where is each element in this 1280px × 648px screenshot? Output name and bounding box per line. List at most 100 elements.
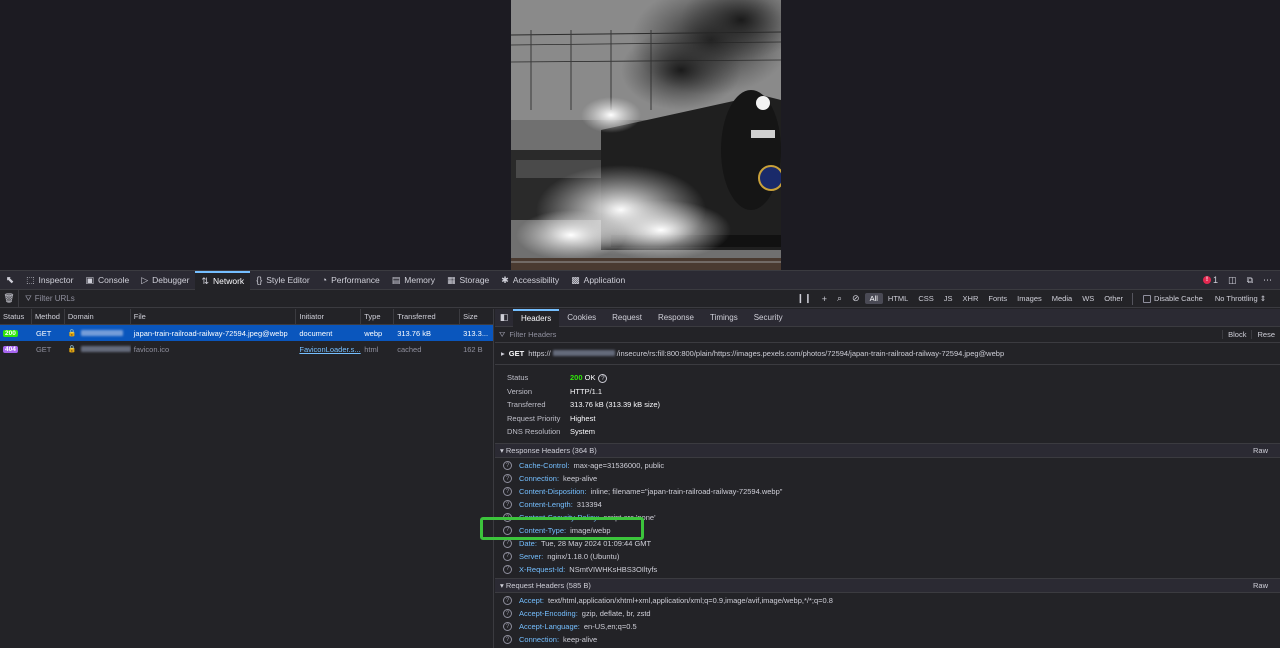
lock-icon: 🔒 <box>67 346 77 353</box>
tab-debugger[interactable]: ▷ Debugger <box>135 271 195 290</box>
help-icon[interactable]: ? <box>503 596 512 606</box>
help-icon[interactable]: ? <box>503 551 512 561</box>
tab-style-editor[interactable]: {} Style Editor <box>250 271 315 290</box>
filter-type-images[interactable]: Images <box>1012 293 1047 304</box>
request-row[interactable]: 200 GET 🔒 japan-train-railroad-railway-7… <box>0 325 493 341</box>
initiator-link[interactable]: FaviconLoader.s... <box>296 341 361 357</box>
column-file[interactable]: File <box>131 308 297 325</box>
details-tab-headers[interactable]: Headers <box>513 309 560 327</box>
tab-performance[interactable]: ◔ Performance <box>316 271 386 290</box>
pause-icon[interactable]: ❙❙ <box>792 293 817 304</box>
details-tab-request[interactable]: Request <box>604 309 650 327</box>
column-initiator[interactable]: Initiator <box>296 308 362 325</box>
block-icon[interactable]: ⊘ <box>847 293 865 304</box>
filter-type-media[interactable]: Media <box>1047 293 1077 304</box>
header-row[interactable]: ? Content-Disposition: inline; filename="j… <box>503 485 1280 498</box>
help-icon[interactable]: ? <box>598 374 608 383</box>
tab-memory[interactable]: ▤ Memory <box>386 271 441 290</box>
clear-log-icon[interactable]: 🗑 <box>0 293 18 304</box>
header-row[interactable]: ? Connection: keep-alive <box>503 472 1280 485</box>
debugger-icon: ▷ <box>141 274 149 285</box>
tab-application[interactable]: ▩ Application <box>565 271 631 290</box>
filter-type-all[interactable]: All <box>864 293 883 304</box>
domain-cell: 🔒 <box>65 325 131 341</box>
header-row[interactable]: ? Accept-Language: en-US,en;q=0.5 <box>503 620 1280 633</box>
tab-storage[interactable]: ▦ Storage <box>441 271 495 290</box>
type-cell: webp <box>364 328 383 338</box>
search-icon[interactable]: ⌕ <box>832 293 847 304</box>
header-row[interactable]: ? Content-Length: 313394 <box>503 498 1280 511</box>
tab-network[interactable]: ⇅ Network <box>195 270 251 290</box>
raw-toggle[interactable]: Raw <box>1253 581 1280 590</box>
size-cell: 162 B <box>463 344 483 354</box>
inspector-icon: ⬚ <box>26 274 35 285</box>
filter-type-ws[interactable]: WS <box>1077 293 1099 304</box>
accessibility-icon: ✱ <box>501 274 509 285</box>
details-tab-timings[interactable]: Timings <box>702 309 746 327</box>
storage-icon: ▦ <box>447 274 456 285</box>
header-row[interactable]: ? Connection: keep-alive <box>503 633 1280 646</box>
column-type[interactable]: Type <box>361 308 395 325</box>
column-method[interactable]: Method <box>32 308 65 325</box>
help-icon[interactable]: ? <box>503 461 512 471</box>
filter-type-xhr[interactable]: XHR <box>958 293 984 304</box>
header-row[interactable]: ? Server: nginx/1.18.0 (Ubuntu) <box>503 550 1280 563</box>
request-headers-section[interactable]: ▾ Request Headers (585 B) Raw <box>495 577 1280 593</box>
details-tab-cookies[interactable]: Cookies <box>559 309 604 327</box>
column-size[interactable]: Size <box>460 309 493 325</box>
help-icon[interactable]: ? <box>503 622 512 632</box>
tab-console[interactable]: ▣ Console <box>79 271 135 290</box>
more-options-icon[interactable]: ⋯ <box>1263 275 1272 286</box>
raw-toggle[interactable]: Raw <box>1253 446 1280 455</box>
filter-type-html[interactable]: HTML <box>883 293 913 304</box>
details-tab-response[interactable]: Response <box>650 309 702 327</box>
help-icon[interactable]: ? <box>503 635 512 645</box>
block-button[interactable]: Block <box>1222 330 1251 339</box>
column-transferred[interactable]: Transferred <box>394 308 461 325</box>
filter-type-js[interactable]: JS <box>939 293 958 304</box>
header-row[interactable]: ? Accept: text/html,application/xhtml+xml,… <box>503 595 1280 608</box>
undock-icon[interactable]: ⧉ <box>1247 275 1253 286</box>
add-icon[interactable]: + <box>817 294 832 304</box>
response-headers-section[interactable]: ▾ Response Headers (364 B) Raw <box>495 442 1280 458</box>
request-url-line[interactable]: ▸ GET https:///insecure/rs:fill:800:800/… <box>495 343 1280 365</box>
help-icon[interactable]: ? <box>503 564 512 574</box>
element-picker-icon[interactable]: ⬉ <box>0 275 20 286</box>
filter-urls-input[interactable]: ⛛ Filter URLs <box>18 289 75 308</box>
priority-value: Highest <box>570 413 596 423</box>
help-icon[interactable]: ? <box>503 487 512 497</box>
performance-icon: ◔ <box>321 275 328 285</box>
disable-cache-checkbox[interactable]: Disable Cache <box>1137 294 1209 303</box>
details-tab-security[interactable]: Security <box>746 309 791 327</box>
header-row[interactable]: ? Cache-Control: max-age=31536000, public <box>503 460 1280 473</box>
filter-type-css[interactable]: CSS <box>913 293 938 304</box>
header-row[interactable]: ? X-Request-Id: NSmtVIWHKsHBS3OIltyfs <box>503 563 1280 576</box>
help-icon[interactable]: ? <box>503 609 512 619</box>
throttling-select[interactable]: No Throttling ⇕ <box>1209 294 1280 303</box>
tab-inspector[interactable]: ⬚ Inspector <box>20 271 79 290</box>
header-row[interactable]: ? Accept-Encoding: gzip, deflate, br, zstd <box>503 607 1280 620</box>
domain-cell: 🔒 <box>65 341 131 357</box>
column-status[interactable]: Status <box>0 308 32 325</box>
toggle-sidebar-icon[interactable]: ◧ <box>495 312 513 323</box>
column-domain[interactable]: Domain <box>65 308 131 325</box>
file-cell: favicon.ico <box>133 344 170 354</box>
header-value: nginx/1.18.0 (Ubuntu) <box>547 551 620 561</box>
tab-accessibility[interactable]: ✱ Accessibility <box>495 271 565 290</box>
filter-type-other[interactable]: Other <box>1099 293 1128 304</box>
resend-button[interactable]: Rese <box>1251 330 1280 339</box>
dock-options-icon[interactable]: ◫ <box>1228 275 1237 286</box>
help-icon[interactable]: ? <box>503 474 512 484</box>
request-row[interactable]: 404 GET 🔒 favicon.ico FaviconLoader.s...… <box>0 341 493 357</box>
header-value: keep-alive <box>563 474 598 484</box>
filter-headers-input[interactable]: ⛛ Filter Headers Block Rese <box>495 327 1280 343</box>
filter-type-fonts[interactable]: Fonts <box>983 293 1012 304</box>
error-count-badge[interactable]: ! 1 <box>1203 275 1218 285</box>
divider <box>1132 292 1134 305</box>
status-badge: 200 <box>3 329 18 337</box>
help-icon[interactable]: ? <box>503 538 512 548</box>
method-cell: GET <box>35 344 52 354</box>
help-icon[interactable]: ? <box>503 500 512 510</box>
dns-value: System <box>570 427 596 437</box>
status-value: 200 OK? <box>570 373 608 383</box>
